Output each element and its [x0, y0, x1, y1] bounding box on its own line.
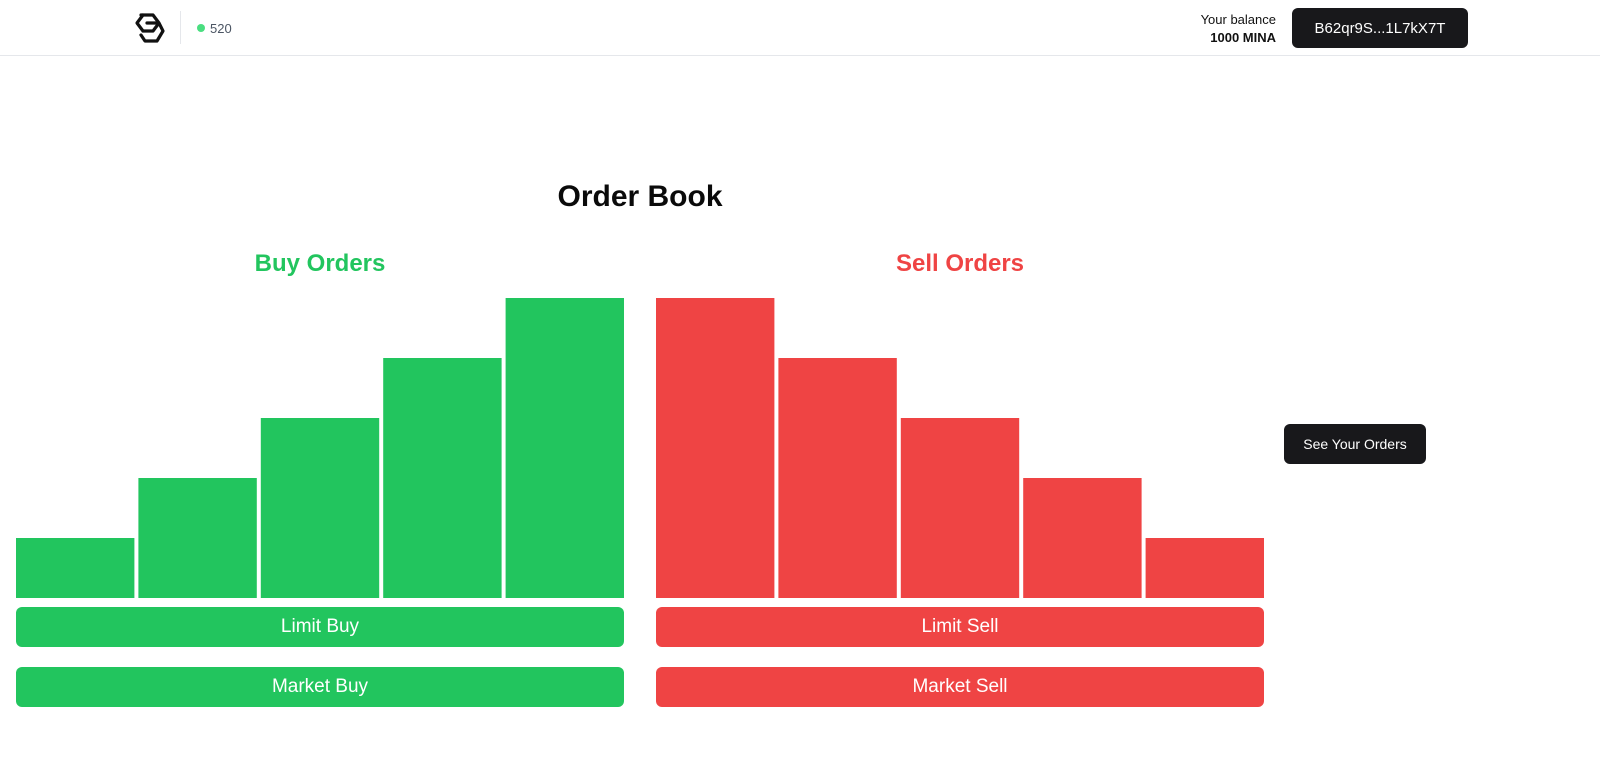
wallet-address-button[interactable]: B62qr9S...1L7kX7T: [1292, 8, 1468, 48]
sell-bar-2: [778, 358, 897, 598]
top-bar: 520 Your balance 1000 MINA B62qr9S...1L7…: [0, 0, 1600, 56]
balance-label: Your balance: [1200, 12, 1276, 27]
buy-orders-title: Buy Orders: [254, 250, 386, 277]
buy-bar-5: [505, 298, 624, 598]
sell-orders-chart: [656, 298, 1264, 598]
buy-orders-chart: [16, 298, 624, 598]
market-buy-button[interactable]: Market Buy: [16, 667, 624, 707]
sell-chart-svg: [656, 298, 1264, 598]
sell-bar-1: [656, 298, 775, 598]
sell-bar-4: [1023, 478, 1142, 598]
buy-bar-1: [16, 538, 135, 598]
block-number: 520: [210, 20, 232, 36]
sell-orders-title: Sell Orders: [895, 250, 1025, 277]
sell-bar-5: [1145, 538, 1264, 598]
status-dot-icon: [197, 24, 205, 32]
balance-display: Your balance 1000 MINA: [1201, 11, 1276, 47]
buy-bar-3: [260, 418, 380, 598]
limit-buy-button[interactable]: Limit Buy: [16, 607, 624, 647]
market-sell-button[interactable]: Market Sell: [656, 667, 1264, 707]
block-height-indicator: 520: [197, 20, 232, 36]
buy-chart-svg: [16, 298, 624, 598]
limit-sell-button[interactable]: Limit Sell: [656, 607, 1264, 647]
app-logo-icon[interactable]: [131, 11, 165, 45]
see-your-orders-button[interactable]: See Your Orders: [1284, 424, 1426, 464]
buy-bar-4: [383, 358, 502, 598]
buy-bar-2: [138, 478, 257, 598]
header-divider: [180, 11, 181, 44]
sell-bar-3: [900, 418, 1020, 598]
page-title: Order Book: [557, 180, 723, 213]
balance-amount: 1000 MINA: [1210, 30, 1276, 45]
